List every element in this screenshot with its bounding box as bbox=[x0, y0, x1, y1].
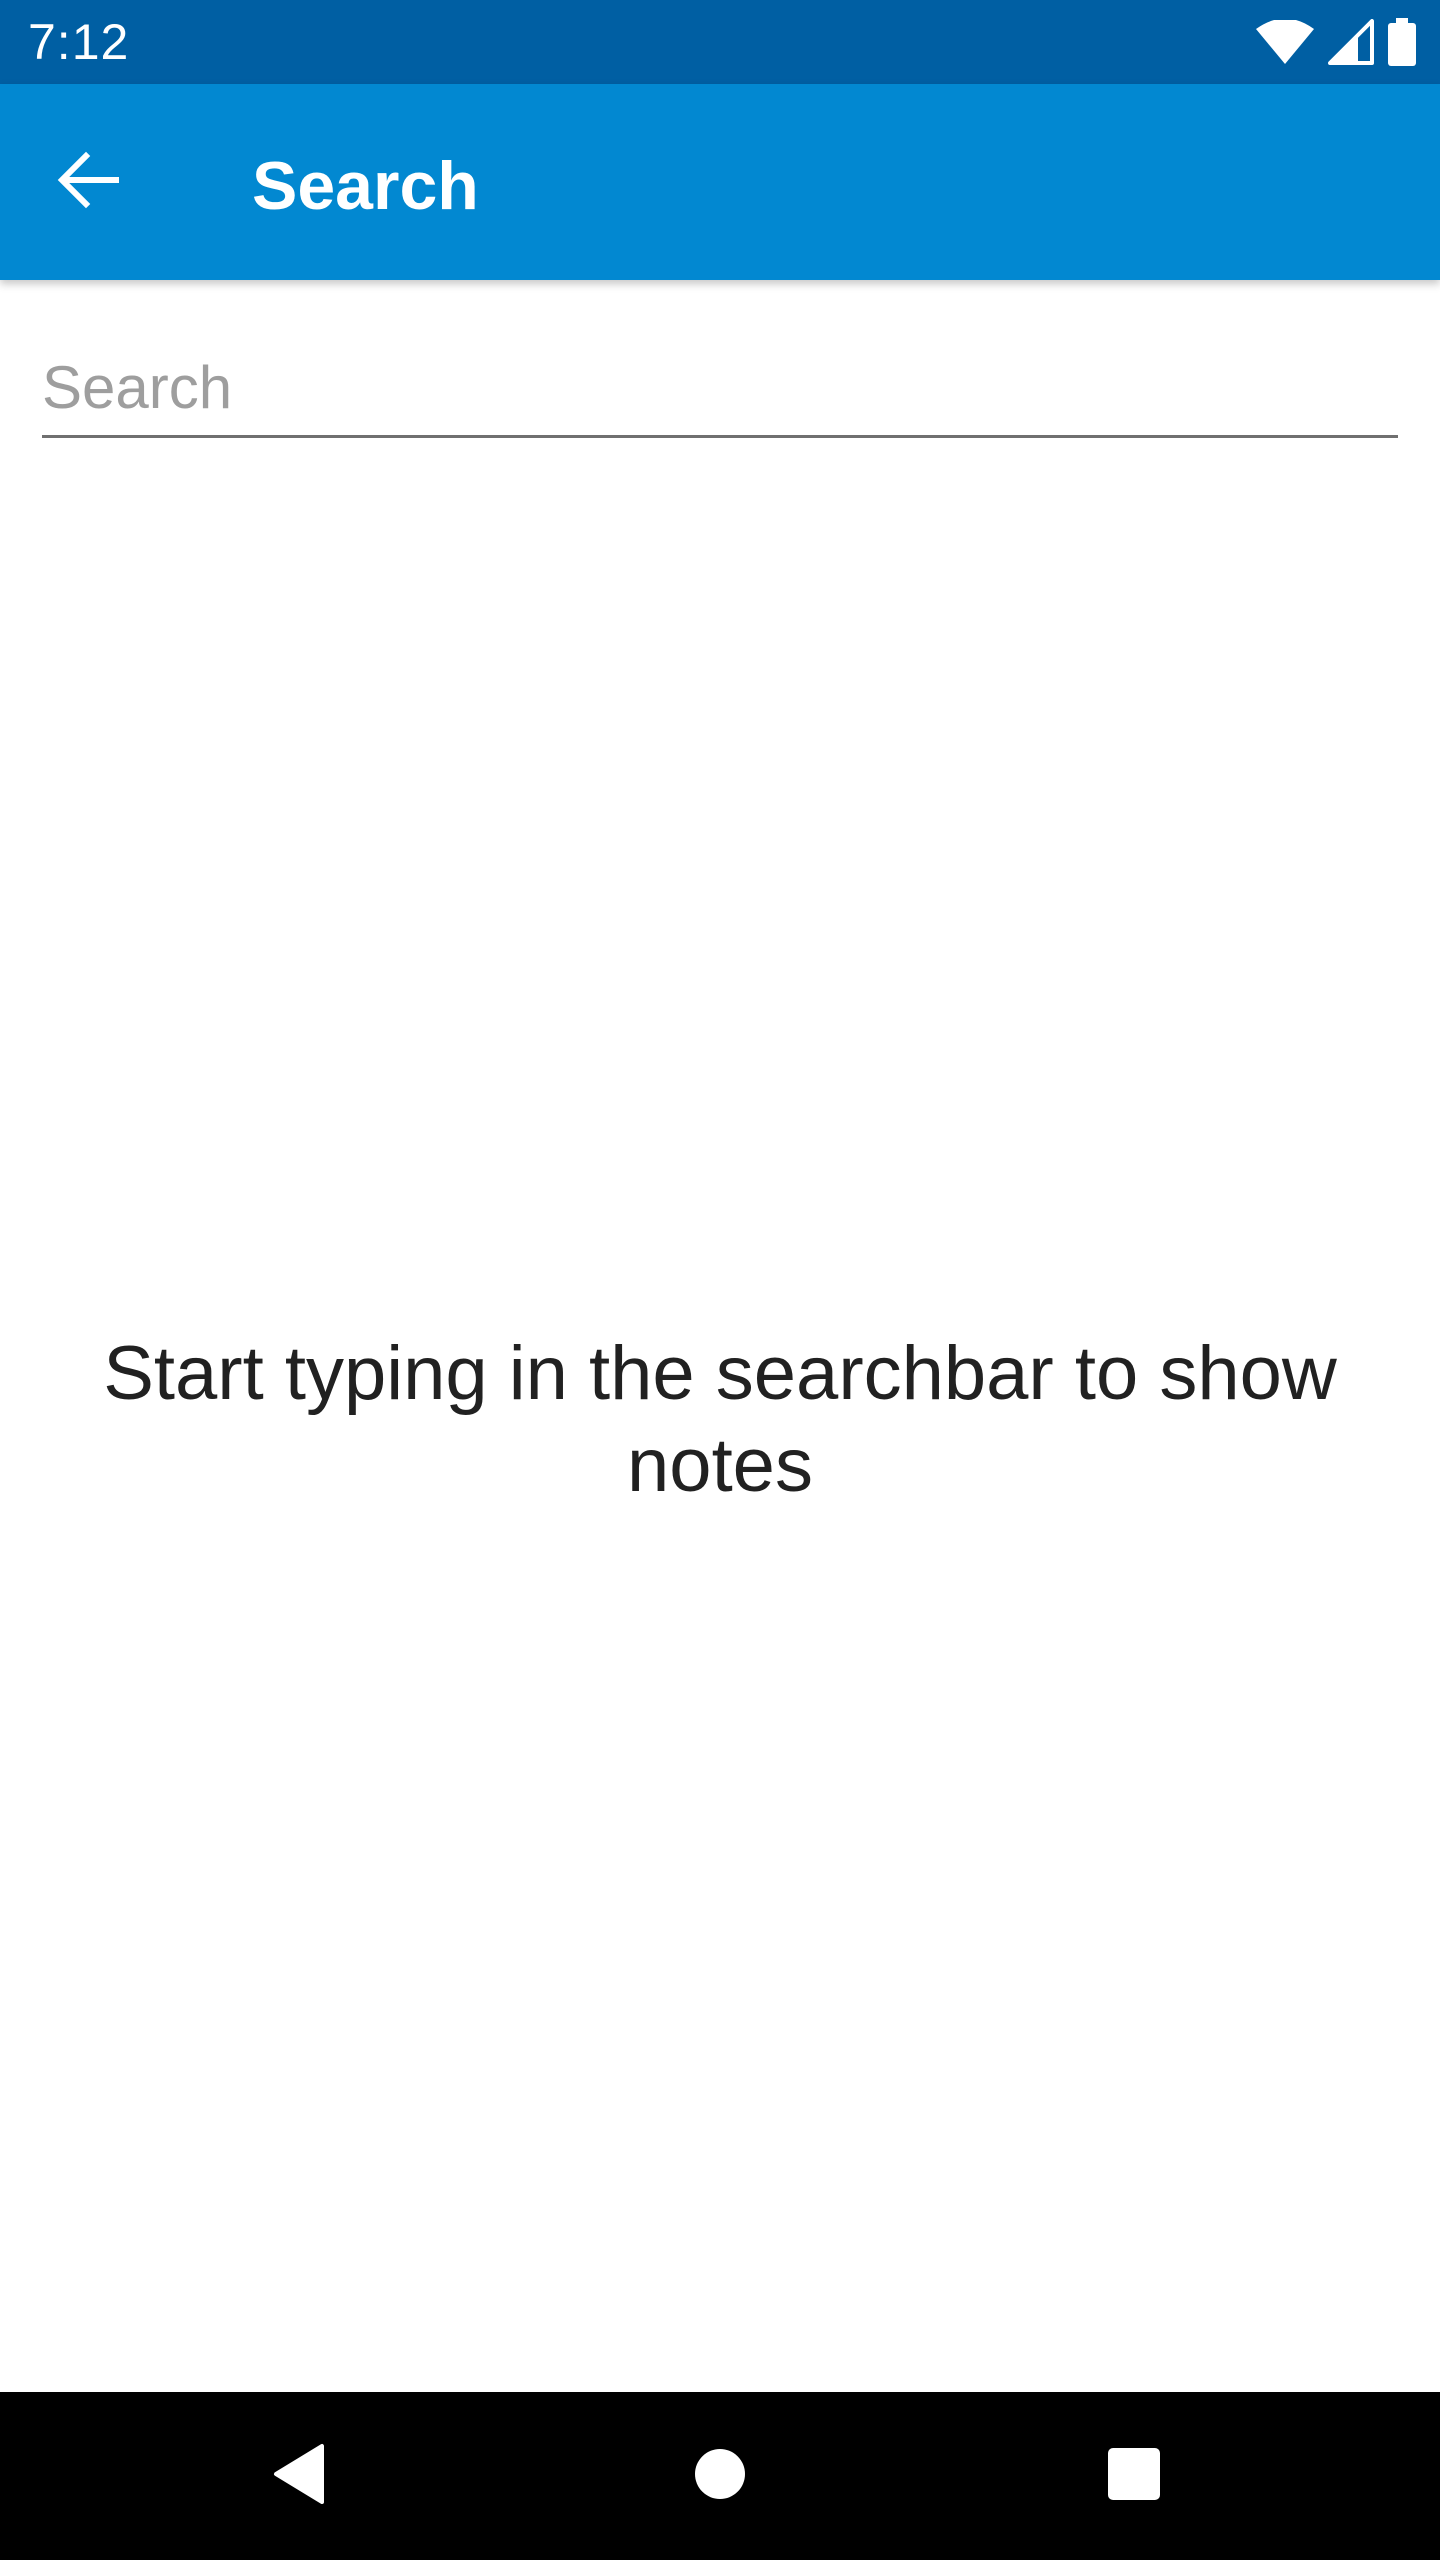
search-input[interactable] bbox=[42, 340, 1398, 438]
status-time: 7:12 bbox=[28, 14, 130, 70]
status-icons bbox=[1256, 18, 1416, 66]
search-screen: 7:12 Search Search Start typing in the s… bbox=[0, 0, 1440, 2560]
back-triangle-icon bbox=[270, 2442, 330, 2511]
nav-back-button[interactable] bbox=[250, 2426, 350, 2526]
home-circle-icon bbox=[693, 2447, 747, 2506]
status-bar: 7:12 bbox=[0, 0, 1440, 84]
page-title: Search bbox=[252, 148, 479, 224]
empty-state-message: Start typing in the searchbar to show no… bbox=[103, 1331, 1337, 1508]
back-button[interactable] bbox=[40, 134, 136, 230]
battery-icon bbox=[1388, 18, 1416, 66]
nav-home-button[interactable] bbox=[670, 2426, 770, 2526]
nav-recents-button[interactable] bbox=[1084, 2426, 1184, 2526]
cellular-signal-icon bbox=[1328, 19, 1374, 65]
arrow-back-icon bbox=[56, 148, 120, 217]
app-bar: Search bbox=[0, 84, 1440, 280]
navigation-bar bbox=[0, 2392, 1440, 2560]
wifi-icon bbox=[1256, 20, 1314, 64]
recents-square-icon bbox=[1107, 2447, 1161, 2506]
